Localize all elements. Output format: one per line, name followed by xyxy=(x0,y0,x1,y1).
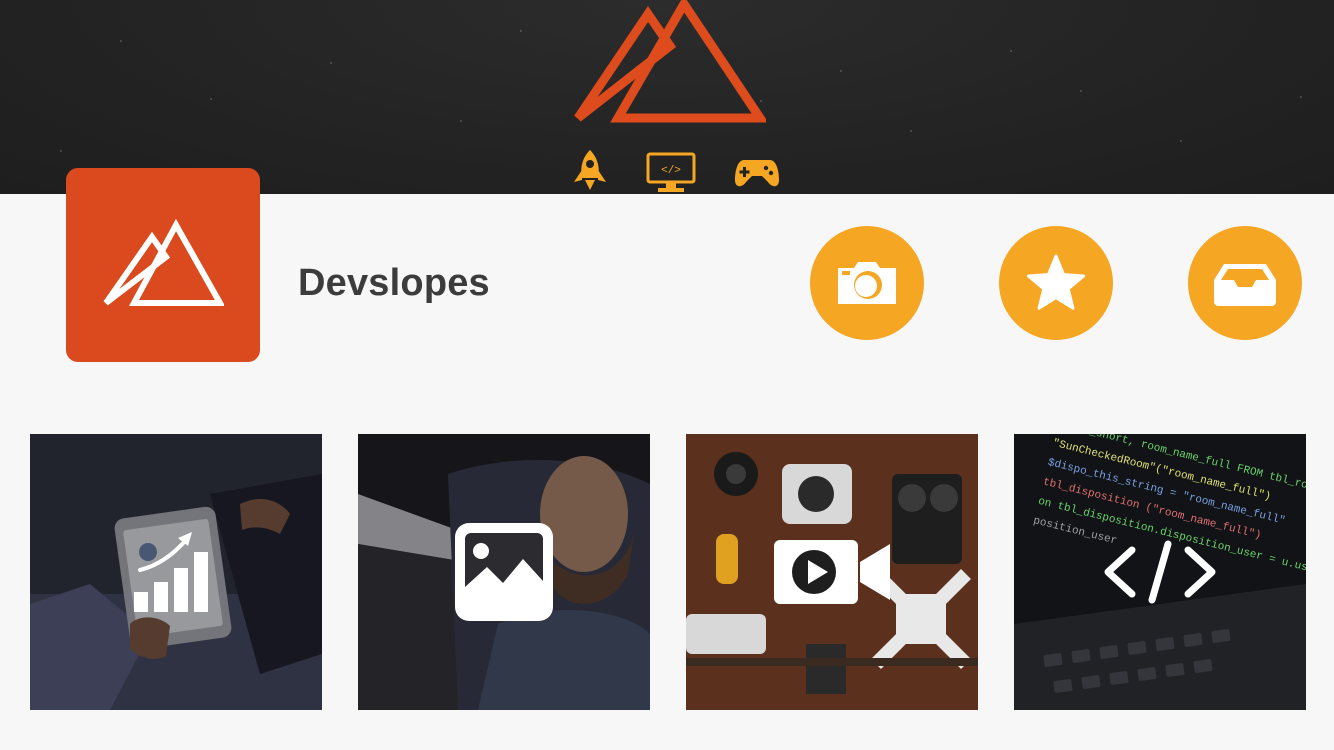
star-icon xyxy=(1026,254,1086,310)
inbox-button[interactable] xyxy=(1188,226,1302,340)
inbox-icon xyxy=(1214,264,1276,306)
favorites-button[interactable] xyxy=(999,226,1113,340)
code-icon xyxy=(1104,540,1216,604)
header-banner: </> xyxy=(0,0,1334,194)
rocket-icon[interactable] xyxy=(570,148,610,194)
camera-icon xyxy=(838,262,896,304)
video-camera-icon xyxy=(774,540,890,604)
photos-tile[interactable] xyxy=(358,434,650,710)
mountain-logo-icon xyxy=(574,0,766,123)
code-tile[interactable]: _room_short, room_name_full FROM tbl_roo… xyxy=(1014,434,1306,710)
analytics-tile[interactable] xyxy=(30,434,322,710)
videos-tile[interactable] xyxy=(686,434,978,710)
svg-text:</>: </> xyxy=(661,165,681,177)
code-monitor-icon[interactable]: </> xyxy=(646,152,696,194)
gamepad-icon[interactable] xyxy=(734,156,780,190)
mountain-logo-icon xyxy=(103,219,224,306)
analytics-icon xyxy=(134,532,208,612)
camera-button[interactable] xyxy=(810,226,924,340)
image-icon xyxy=(455,523,553,621)
profile-name: Devslopes xyxy=(298,262,490,304)
profile-avatar xyxy=(66,168,260,362)
